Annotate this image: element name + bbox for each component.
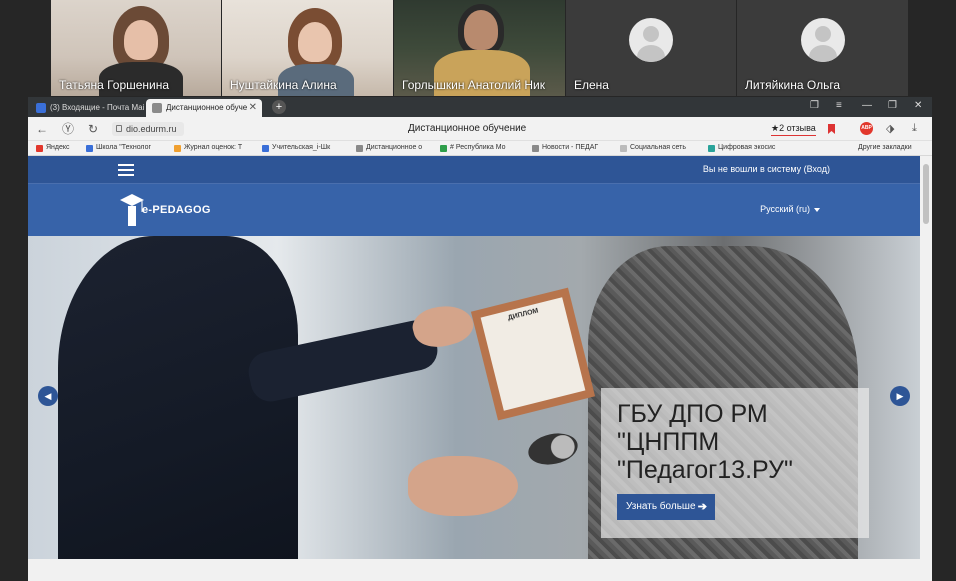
tab-label: (3) Входящие - Почта Mail	[50, 103, 144, 112]
caption-line: "Педагог13.РУ"	[617, 456, 793, 484]
participant-name: Елена	[574, 78, 609, 92]
bookmark-item[interactable]: # Республика Мо	[440, 144, 506, 152]
participant-tile[interactable]: Татьяна Горшенина	[51, 0, 221, 96]
minimize-icon[interactable]: —	[862, 100, 872, 111]
graduation-cap-icon	[120, 194, 144, 226]
tab-distance-learning[interactable]: Дистанционное обуче ✕	[146, 99, 262, 117]
site-logo[interactable]: e-PEDAGOG	[118, 190, 228, 230]
reviews-link[interactable]: ★2 отзыва	[771, 123, 816, 136]
site-favicon-icon	[152, 103, 162, 113]
hero-photo-microphone	[525, 429, 581, 469]
diploma-title: ДИПЛОМ	[507, 307, 540, 322]
participant-tile[interactable]: Литяйкина Ольга	[737, 0, 908, 96]
participant-tile[interactable]: Горлышкин Анатолий Ник	[394, 0, 565, 96]
language-label: Русский (ru)	[760, 204, 810, 214]
hero-carousel: ДИПЛОМ ГБУ ДПО РМ "ЦНППМ "Педагог13.РУ" …	[28, 236, 920, 559]
web-page: Вы не вошли в систему (Вход) e-PEDAGOG Р…	[28, 156, 920, 581]
maximize-icon[interactable]: ❐	[888, 100, 897, 111]
bookmark-item[interactable]: Цифровая экосис	[708, 144, 775, 152]
mail-icon	[36, 103, 46, 113]
language-select[interactable]: Русский (ru)	[760, 204, 820, 214]
bookmark-item[interactable]: Социальная сеть	[620, 144, 686, 152]
tab-bar: (3) Входящие - Почта Mail Дистанционное …	[28, 97, 932, 117]
reload-icon[interactable]: ↻	[88, 122, 98, 136]
carousel-prev-button[interactable]: ◀	[38, 386, 58, 406]
bookmark-flag-icon[interactable]	[828, 124, 835, 134]
download-icon[interactable]: ⤓	[912, 122, 917, 135]
site-header: e-PEDAGOG Русский (ru)	[28, 184, 920, 236]
hero-photo-handshake	[408, 456, 518, 516]
lock-icon	[116, 125, 122, 132]
login-link[interactable]: Вы не вошли в систему (Вход)	[703, 164, 830, 174]
site-top-nav: Вы не вошли в систему (Вход)	[28, 156, 920, 184]
extension-icon[interactable]: ⬗	[886, 122, 894, 135]
arrow-right-icon: ➔	[697, 501, 707, 513]
address-bar-row: ← Ⓨ ↻ dio.edurm.ru Дистанционное обучени…	[28, 117, 932, 141]
bookmark-item[interactable]: Школа "Технолог	[86, 144, 151, 152]
hero-caption: ГБУ ДПО РМ "ЦНППМ "Педагог13.РУ" Узнать …	[601, 388, 869, 538]
participant-name: Татьяна Горшенина	[59, 78, 170, 92]
bookmarks-bar: Яндекс Школа "Технолог Журнал оценок: Т …	[28, 141, 932, 156]
learn-more-button[interactable]: Узнать больше ➔	[617, 494, 715, 520]
participant-name: Нуштайкина Алина	[230, 78, 337, 92]
adblock-icon[interactable]: ABP	[860, 122, 873, 135]
bookmark-item[interactable]: Дистанционное о	[356, 144, 422, 152]
tabs-overview-icon[interactable]: ❐	[810, 100, 819, 111]
participant-strip: Татьяна Горшенина Нуштайкина Алина Горлы…	[0, 0, 956, 96]
tab-label: Дистанционное обуче	[166, 103, 248, 112]
participant-tile[interactable]: Нуштайкина Алина	[222, 0, 393, 96]
participant-tile[interactable]: Елена	[566, 0, 736, 96]
screen: Татьяна Горшенина Нуштайкина Алина Горлы…	[0, 0, 956, 581]
back-arrow-icon[interactable]: ←	[36, 122, 48, 136]
avatar-placeholder-icon	[800, 18, 845, 62]
participant-face	[464, 10, 498, 50]
other-bookmarks[interactable]: Другие закладки	[848, 144, 912, 151]
participant-name: Горлышкин Анатолий Ник	[402, 78, 545, 92]
carousel-next-button[interactable]: ▶	[890, 386, 910, 406]
hamburger-menu-icon[interactable]	[118, 164, 134, 176]
menu-icon[interactable]: ≡	[836, 100, 842, 111]
participant-face	[298, 22, 332, 62]
avatar-placeholder-icon	[629, 18, 673, 62]
close-window-icon[interactable]: ✕	[914, 100, 922, 111]
caption-line: "ЦНППМ	[617, 428, 720, 456]
participant-name: Литяйкина Ольга	[745, 78, 841, 92]
diploma-paper: ДИПЛОМ	[480, 297, 586, 411]
url-field[interactable]: dio.edurm.ru	[112, 122, 184, 136]
caption-line: ГБУ ДПО РМ	[617, 400, 768, 428]
page-title: Дистанционное обучение	[408, 123, 527, 134]
scrollbar-thumb[interactable]	[923, 164, 929, 224]
browser-window: (3) Входящие - Почта Mail Дистанционное …	[28, 97, 932, 581]
chevron-down-icon	[814, 207, 820, 212]
learn-more-label: Узнать больше	[626, 501, 696, 512]
logo-text: e-PEDAGOG	[142, 204, 211, 216]
yandex-icon[interactable]: Ⓨ	[62, 122, 74, 136]
new-tab-button[interactable]: +	[272, 100, 286, 114]
tab-mail[interactable]: (3) Входящие - Почта Mail	[30, 99, 144, 117]
hero-photo-diploma: ДИПЛОМ	[470, 287, 596, 421]
close-tab-icon[interactable]: ✕	[249, 102, 257, 113]
bookmark-item[interactable]: Яндекс	[36, 144, 70, 152]
bookmark-item[interactable]: Учительская_i-Шк	[262, 144, 330, 152]
url-text: dio.edurm.ru	[126, 124, 177, 134]
bookmark-item[interactable]: Журнал оценок: Т	[174, 144, 242, 152]
page-content-start	[28, 559, 920, 581]
scrollbar[interactable]	[920, 156, 932, 581]
bookmark-item[interactable]: Новости - ПЕДАГ	[532, 144, 598, 152]
participant-face	[124, 20, 158, 60]
